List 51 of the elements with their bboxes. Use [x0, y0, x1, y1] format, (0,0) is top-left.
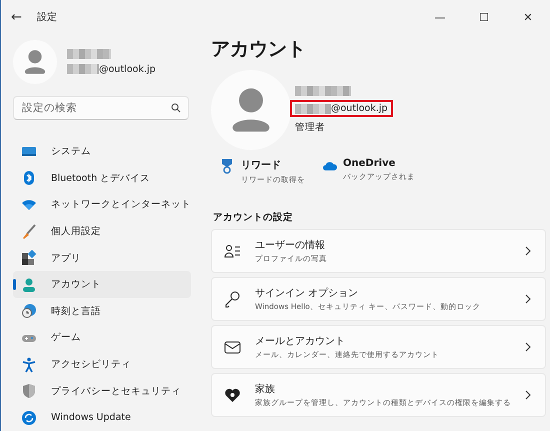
section-heading: アカウントの設定 [213, 211, 294, 224]
back-button[interactable]: ← [11, 10, 31, 24]
bluetooth-icon [21, 170, 37, 186]
chevron-icon [525, 342, 531, 352]
nav-item[interactable]: アクセシビリティ [13, 351, 191, 378]
card-title: サインイン オプション [255, 286, 360, 300]
email-text: @outlook.jp [331, 103, 388, 114]
page-title: アカウント [211, 37, 307, 62]
nav-item[interactable]: ネットワークとインターネット [13, 192, 191, 218]
role-label: 管理者 [295, 121, 326, 134]
service-title: リワード [241, 159, 282, 172]
nav-item[interactable]: システム [13, 138, 191, 166]
maximize-button[interactable]: ☐ [462, 0, 506, 34]
medal-icon [219, 158, 235, 174]
brush-icon [21, 224, 37, 240]
minimize-button[interactable]: — [418, 0, 462, 34]
nav-item[interactable]: アカウント [13, 271, 191, 298]
redacted-text [295, 86, 351, 96]
search-field[interactable]: 設定の検索 [13, 96, 189, 120]
card-title: 家族 [255, 382, 276, 396]
person-icon [21, 276, 37, 293]
nav-item[interactable]: 個人用設定 [13, 218, 191, 245]
window-title: 設定 [37, 10, 58, 24]
service-title: OneDrive [343, 158, 396, 169]
redacted-text [67, 64, 99, 74]
search-icon [171, 103, 181, 114]
clock-globe-icon [21, 303, 37, 320]
avatar [13, 40, 57, 84]
shield-icon [21, 383, 37, 400]
nav-item[interactable]: 時刻と言語 [13, 298, 191, 325]
close-button[interactable]: ✕ [506, 0, 550, 34]
redacted-text [295, 104, 331, 114]
nav-item[interactable]: ゲーム [13, 324, 191, 352]
email-text: @outlook.jp [99, 64, 156, 75]
apps-icon [21, 250, 37, 266]
mail-icon [224, 338, 241, 356]
person-list-icon [224, 242, 241, 260]
nav-item[interactable]: Windows Update [13, 404, 191, 431]
chevron-icon [525, 246, 531, 256]
chevron-icon [525, 390, 531, 400]
nav-item[interactable]: プライバシーとセキュリティ [13, 378, 191, 404]
chevron-icon [525, 294, 531, 304]
sync-icon [21, 410, 37, 426]
card-title: ユーザーの情報 [255, 238, 326, 252]
nav-item[interactable]: Bluetooth とデバイス [13, 165, 191, 192]
heart-icon [224, 386, 241, 404]
key-icon [224, 290, 241, 308]
nav-item[interactable]: アプリ [13, 244, 191, 272]
card-title: メールとアカウント [255, 335, 346, 348]
redacted-text [67, 48, 111, 59]
accessibility-icon [21, 356, 37, 373]
